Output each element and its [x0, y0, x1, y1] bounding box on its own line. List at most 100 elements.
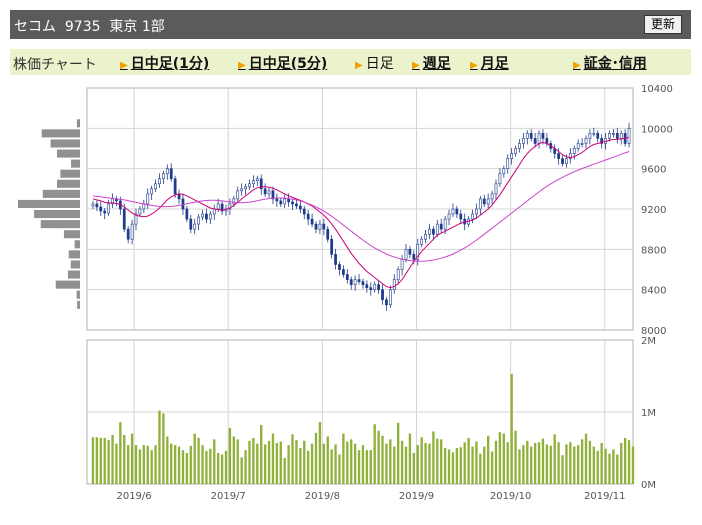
candle-body	[275, 198, 279, 202]
volume-bar	[483, 446, 486, 484]
volume-bar	[506, 442, 509, 484]
candle-body	[381, 289, 384, 301]
candle-body	[287, 198, 290, 203]
volume-bar	[420, 437, 423, 484]
volume-bar	[463, 442, 466, 484]
stock-chart: 1040010000960092008800840080002M1M0M2019…	[18, 84, 673, 502]
candle-body	[232, 198, 236, 205]
candle-body	[459, 213, 463, 220]
volume-bar	[162, 413, 165, 484]
volume-bar	[573, 446, 576, 484]
volume-bar	[565, 444, 568, 484]
candle-body	[95, 203, 99, 208]
volume-bar	[608, 453, 611, 484]
volume-bar	[479, 453, 482, 484]
volume-bar	[471, 446, 474, 484]
candle-body	[596, 133, 600, 139]
candle-body	[377, 284, 380, 290]
candle-body	[310, 218, 314, 225]
volume-bar	[510, 373, 513, 484]
volume-bar	[447, 449, 451, 484]
candle-body	[338, 264, 341, 270]
volume-bar	[604, 448, 607, 484]
candle-body	[612, 133, 615, 135]
candle-body	[298, 205, 302, 210]
x-tick-label: 2019/11	[584, 491, 626, 502]
candle-body	[306, 213, 310, 220]
volume-bar	[224, 450, 228, 484]
volume-bar	[95, 437, 99, 484]
volume-bar	[146, 445, 149, 484]
volume-bar	[115, 443, 118, 484]
volume-bar	[381, 435, 384, 484]
price-tick-label: 9200	[641, 205, 666, 216]
candle-body	[122, 208, 126, 230]
x-tick-label: 2019/10	[490, 491, 532, 502]
candle-body	[357, 279, 361, 282]
candle-body	[91, 203, 95, 207]
candle-body	[248, 183, 251, 188]
candle-body	[537, 133, 541, 144]
candle-body	[518, 143, 521, 149]
candle-body	[619, 133, 623, 139]
candle-body	[216, 203, 220, 210]
candle-body	[318, 223, 322, 230]
candle-body	[126, 228, 130, 240]
candle-body	[193, 223, 197, 230]
volume-bar	[201, 445, 204, 484]
volume-bar	[620, 442, 623, 484]
candle-body	[486, 198, 490, 205]
volume-bar	[451, 452, 455, 484]
volume-bar	[522, 445, 525, 484]
candle-body	[482, 198, 486, 205]
volume-bar	[314, 432, 318, 484]
price-tick-label: 9600	[641, 165, 666, 176]
volume-bar	[580, 439, 584, 484]
volume-bar	[236, 439, 239, 484]
volume-bar	[487, 435, 490, 484]
volume-tick-label: 0M	[641, 480, 656, 491]
candle-body	[201, 213, 204, 218]
candle-body	[334, 254, 337, 265]
candle-body	[451, 208, 455, 215]
candle-body	[498, 173, 502, 185]
volume-bar	[154, 445, 157, 484]
candle-body	[615, 133, 619, 139]
candle-body	[330, 238, 334, 255]
volume-profile-bar	[76, 119, 80, 128]
volume-bar	[295, 440, 298, 484]
volume-bar	[244, 450, 247, 484]
candle-body	[475, 208, 478, 215]
volume-profile-bar	[42, 189, 80, 198]
volume-bar	[263, 444, 267, 484]
volume-profile-bar	[18, 199, 80, 208]
candle-body	[342, 269, 345, 275]
volume-bar	[357, 450, 361, 484]
volume-bar	[287, 445, 290, 484]
volume-profile-bar	[74, 240, 80, 249]
volume-bar	[623, 437, 627, 484]
volume-bar	[600, 442, 603, 484]
candle-body	[439, 223, 443, 230]
candle-body	[189, 218, 193, 230]
candle-body	[502, 168, 506, 175]
volume-bar	[111, 435, 114, 484]
volume-bar	[271, 433, 275, 484]
candle-body	[295, 203, 298, 207]
volume-bar	[518, 449, 521, 484]
volume-bar	[326, 436, 329, 484]
candle-body	[580, 143, 584, 145]
volume-bar	[408, 433, 412, 484]
volume-bar	[494, 440, 498, 484]
candle-body	[205, 213, 208, 220]
volume-profile-bar	[63, 230, 80, 239]
candle-body	[385, 299, 388, 306]
candle-body	[447, 213, 451, 220]
volume-bar	[119, 422, 122, 484]
volume-bar	[584, 433, 588, 484]
volume-bar	[436, 438, 439, 484]
candle-body	[162, 173, 165, 180]
volume-bar	[342, 433, 345, 484]
volume-bar	[330, 449, 333, 484]
volume-bar	[616, 454, 619, 484]
